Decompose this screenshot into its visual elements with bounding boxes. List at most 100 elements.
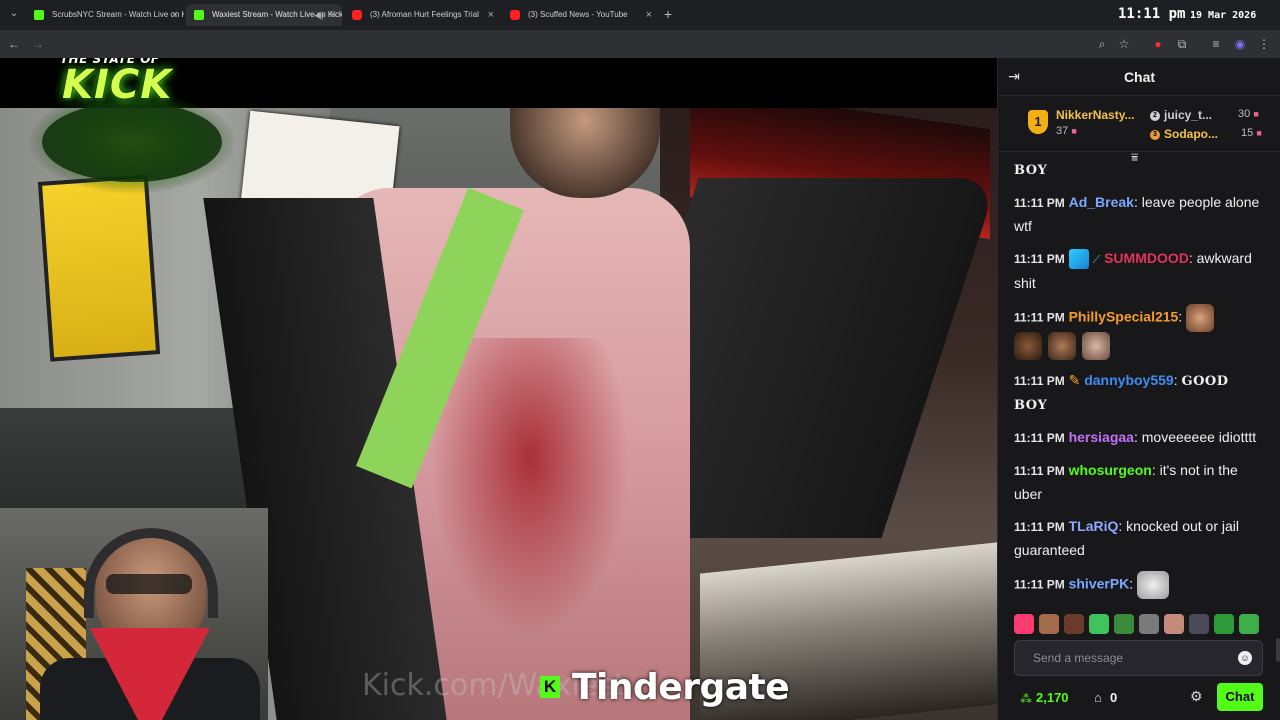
- tab-close-icon[interactable]: ×: [172, 4, 178, 26]
- youtube-favicon-icon: [510, 10, 520, 20]
- back-arrow-icon[interactable]: ←: [6, 36, 22, 52]
- tab-scuffed-news[interactable]: (3) Scuffed News - YouTube ×: [502, 4, 658, 26]
- gifter-count: 15 ■: [1241, 127, 1262, 139]
- message-username[interactable]: shiverPK: [1069, 576, 1130, 592]
- message-username[interactable]: dannyboy559: [1084, 372, 1173, 388]
- kick-favicon-icon: [194, 10, 204, 20]
- caption-text: Tindergate: [572, 666, 790, 708]
- face-emote-icon[interactable]: [1164, 614, 1184, 634]
- shirt-stain: [430, 338, 630, 638]
- stream-caption: K Tindergate: [540, 666, 790, 708]
- tab-close-icon[interactable]: ×: [646, 4, 652, 26]
- gifter-count: 37 ■: [1056, 125, 1077, 137]
- person-face: [510, 108, 660, 198]
- gifter-name[interactable]: juicy_t...: [1164, 108, 1212, 122]
- new-tab-icon[interactable]: +: [664, 5, 672, 23]
- video-player[interactable]: Kick.com/Waxiest THE STATE OF KICK K Tin…: [0, 58, 997, 720]
- chat-message: 11:11 PM ✎ dannyboy559: GOOD BOY: [1014, 372, 1229, 413]
- chat-title: Chat: [1123, 69, 1156, 85]
- message-username[interactable]: Ad_Break: [1069, 194, 1134, 210]
- chat-settings-icon[interactable]: ⚙: [1190, 688, 1203, 705]
- face-emote-icon: [1014, 332, 1042, 360]
- sidebar-toggle-icon[interactable]: ≡: [1208, 36, 1224, 52]
- menu-kebab-icon[interactable]: ⋮: [1256, 36, 1272, 52]
- tab-search-icon[interactable]: ⌄: [6, 6, 22, 22]
- chat-footer: ⁂ 2,170 ⌂ 0 ⚙ Chat: [998, 682, 1280, 718]
- face-emote-icon[interactable]: [1039, 614, 1059, 634]
- tab-title: (3) Afroman Hurt Feelings Trial: [370, 10, 479, 19]
- channel-points[interactable]: 2,170: [1036, 690, 1069, 705]
- zoom-icon[interactable]: ⌕: [1094, 36, 1110, 52]
- gifter-name[interactable]: Sodapo...: [1164, 127, 1218, 141]
- face-emote-icon[interactable]: [1189, 614, 1209, 634]
- audio-playing-icon[interactable]: ◀): [314, 4, 324, 26]
- sword-badge-icon: ⟋: [1092, 254, 1101, 266]
- chat-header: ⇥ Chat: [998, 58, 1280, 96]
- frog-emote-icon[interactable]: [1239, 614, 1259, 634]
- message-text: moveeeeee idiotttt: [1141, 429, 1257, 445]
- clock-time: 11:11 pm: [1118, 6, 1186, 22]
- emoji-picker-icon[interactable]: ☺: [1238, 651, 1252, 665]
- forward-arrow-icon[interactable]: →: [30, 36, 46, 52]
- clock-date: 19 Mar 2026: [1190, 10, 1257, 21]
- tab-afroman[interactable]: (3) Afroman Hurt Feelings Trial ×: [344, 4, 500, 26]
- kick-logo-icon: K: [540, 676, 560, 698]
- tab-title: (3) Scuffed News - YouTube: [528, 10, 628, 19]
- message-time: 11:11 PM: [1014, 431, 1065, 445]
- wall-poster: [37, 174, 161, 362]
- tab-close-icon[interactable]: ×: [488, 4, 494, 26]
- chat-panel: ⇥ Chat 1 NikkerNasty... 37 ■ 2 juicy_t..…: [997, 58, 1280, 720]
- chat-message: 11:11 PM TLaRiQ: knocked out or jail gua…: [1014, 518, 1239, 558]
- message-time: 11:11 PM: [1014, 520, 1065, 534]
- tab-scrubsnyc[interactable]: ScrubsNYC Stream - Watch Live on Kick ×: [26, 4, 184, 26]
- tab-title: ScrubsNYC Stream - Watch Live on Kick: [52, 10, 184, 19]
- gifter-name[interactable]: NikkerNasty...: [1056, 108, 1135, 122]
- message-username[interactable]: hersiagaa: [1069, 429, 1134, 445]
- sunglasses: [106, 574, 192, 594]
- pepe-emote-icon[interactable]: [1214, 614, 1234, 634]
- bookmark-star-icon[interactable]: ☆: [1116, 36, 1132, 52]
- gift-icon: ■: [1071, 126, 1077, 136]
- face-emote-icon[interactable]: [1064, 614, 1084, 634]
- chat-message: 11:11 PM shiverPK:: [1014, 571, 1265, 599]
- tab-close-icon[interactable]: ×: [330, 4, 336, 26]
- chat-message: BOY: [1014, 158, 1265, 182]
- profile-avatar-icon[interactable]: ◉: [1232, 36, 1248, 52]
- headset: [84, 528, 218, 618]
- message-time: 11:11 PM: [1014, 252, 1065, 266]
- pepe-emote-icon[interactable]: [1114, 614, 1134, 634]
- send-chat-button[interactable]: Chat: [1217, 683, 1263, 711]
- kick-favicon-icon: [34, 10, 44, 20]
- chat-input-placeholder: Send a message: [1033, 651, 1124, 665]
- face-emote-icon[interactable]: [1139, 614, 1159, 634]
- streamer-webcam: [0, 508, 268, 720]
- face-emote-icon: [1047, 332, 1076, 360]
- gift-icon: ■: [1256, 128, 1262, 138]
- chat-message-input[interactable]: Send a message ☺: [1014, 640, 1263, 676]
- gifter-count: 30 ■: [1238, 108, 1259, 120]
- gifter-rank-badge: 3: [1150, 130, 1160, 140]
- wtf-emote-icon[interactable]: [1089, 614, 1109, 634]
- channel-points-icon[interactable]: ⁂: [1020, 692, 1032, 706]
- face-emote-icon: [1186, 304, 1215, 332]
- extensions-puzzle-icon[interactable]: ⧉: [1174, 36, 1190, 52]
- chat-messages[interactable]: BOY 11:11 PM Ad_Break: leave people alon…: [998, 158, 1280, 606]
- store-icon[interactable]: ⌂: [1094, 690, 1102, 705]
- extension-record-icon[interactable]: ●: [1150, 36, 1166, 52]
- top-gifters[interactable]: 1 NikkerNasty... 37 ■ 2 juicy_t... 30 ■ …: [998, 96, 1280, 152]
- message-username[interactable]: PhillySpecial215: [1069, 309, 1179, 325]
- message-time: 11:11 PM: [1014, 374, 1065, 388]
- tab-waxiest[interactable]: Waxiest Stream - Watch Live on Kick ◀) ×: [186, 4, 342, 26]
- message-username[interactable]: whosurgeon: [1069, 462, 1152, 478]
- message-time: 11:11 PM: [1014, 577, 1065, 592]
- message-username[interactable]: SUMMDOOD: [1104, 250, 1189, 266]
- message-username[interactable]: TLaRiQ: [1069, 518, 1119, 534]
- chat-message: 11:11 PM PhillySpecial215:: [1014, 304, 1265, 360]
- gift-icon: ■: [1253, 109, 1259, 119]
- store-count: 0: [1110, 690, 1118, 705]
- cat-emote-icon: [1137, 571, 1170, 599]
- tinder-emote-icon[interactable]: [1014, 614, 1034, 634]
- chat-scrollbar[interactable]: [1276, 638, 1280, 662]
- gifter-rank-badge: 2: [1150, 111, 1160, 121]
- chat-message: 11:11 PM whosurgeon: it's not in the ube…: [1014, 462, 1238, 502]
